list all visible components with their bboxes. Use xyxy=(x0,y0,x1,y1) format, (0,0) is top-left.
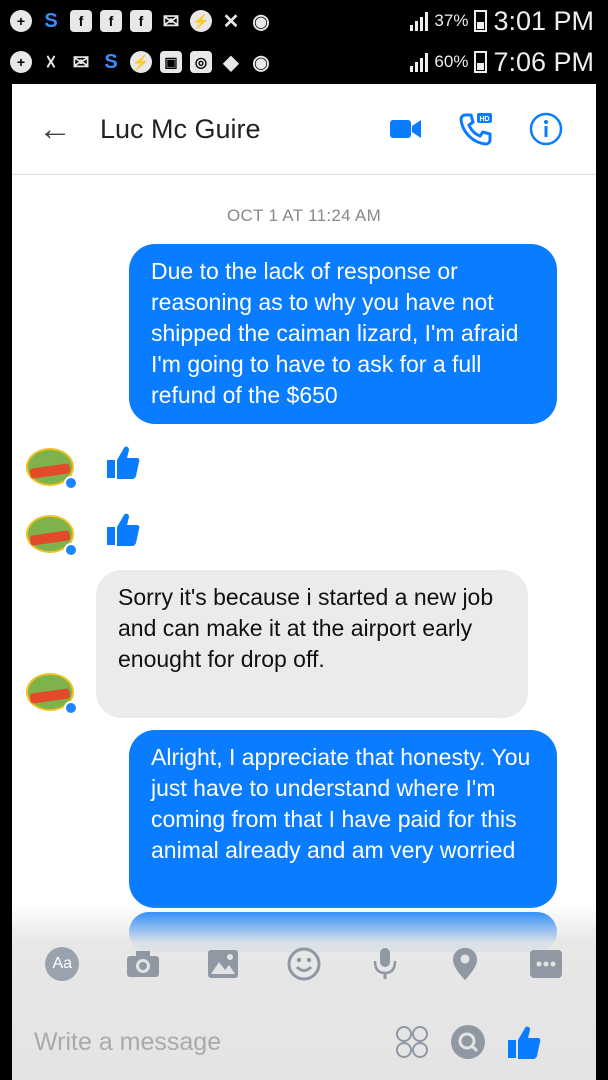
facebook-icon: f xyxy=(130,10,152,32)
skype-icon: S xyxy=(104,50,118,73)
microphone-icon[interactable] xyxy=(365,944,405,984)
notification-icons: + S f f f ✉ ⚡ ✕ ◉ xyxy=(0,9,410,33)
facebook-icon: f xyxy=(100,10,122,32)
contact-avatar[interactable] xyxy=(24,444,78,490)
wifi-icon: ◉ xyxy=(252,51,270,74)
instagram-icon: ◎ xyxy=(190,51,212,73)
location-icon[interactable] xyxy=(445,944,485,984)
add-icon: + xyxy=(10,51,32,73)
battery-icon xyxy=(474,10,488,32)
search-gif-icon[interactable] xyxy=(448,1022,488,1062)
gallery-icon[interactable] xyxy=(203,944,243,984)
notification-icons: + ☓ ✉ S ⚡ ▣ ◎ ◆ ◉ xyxy=(0,50,410,74)
signal-icon xyxy=(410,52,429,72)
text-format-label: Aa xyxy=(45,947,80,981)
thumbs-up-icon[interactable] xyxy=(106,511,140,547)
stickers-icon[interactable] xyxy=(392,1022,432,1062)
conversation-header: ← Luc Mc Guire HD xyxy=(12,84,596,175)
clock: 7:06 PM xyxy=(493,46,594,77)
thumbs-up-icon[interactable] xyxy=(106,444,140,480)
messenger-conversation: ← Luc Mc Guire HD OCT 1 AT 11:24 AM Due … xyxy=(12,84,596,1080)
battery-percent: 60% xyxy=(434,52,469,71)
text-format-button[interactable]: Aa xyxy=(42,944,82,984)
contact-name[interactable]: Luc Mc Guire xyxy=(100,114,386,145)
mail-icon: ✉ xyxy=(162,10,180,33)
messenger-badge-icon xyxy=(64,476,78,490)
svg-text:HD: HD xyxy=(479,116,489,123)
wifi-icon: ◉ xyxy=(252,10,270,33)
mail-icon: ✉ xyxy=(72,51,90,74)
clock: 3:01 PM xyxy=(493,5,594,36)
status-bar-second: + ☓ ✉ S ⚡ ▣ ◎ ◆ ◉ 60% 7:06 PM xyxy=(0,42,608,82)
info-icon[interactable] xyxy=(526,109,566,149)
message-composer xyxy=(12,1012,596,1072)
status-bar-top: + S f f f ✉ ⚡ ✕ ◉ 37% 3:01 PM xyxy=(0,0,608,42)
skype-icon: S xyxy=(44,9,58,32)
composer-toolbar: Aa xyxy=(12,932,596,996)
camera-icon[interactable] xyxy=(123,944,163,984)
battery-percent: 37% xyxy=(434,11,469,30)
gallery-icon: ▣ xyxy=(160,51,182,73)
emoji-icon[interactable] xyxy=(284,944,324,984)
messenger-icon: ⚡ xyxy=(190,10,212,32)
message-input[interactable] xyxy=(32,1026,376,1058)
battery-icon xyxy=(474,51,488,73)
hd-voice-call-icon[interactable]: HD xyxy=(456,109,496,149)
back-arrow-icon[interactable]: ← xyxy=(38,112,78,146)
shield-icon: ◆ xyxy=(223,51,239,74)
outgoing-message[interactable]: Alright, I appreciate that honesty. You … xyxy=(129,730,557,908)
facebook-icon: f xyxy=(70,10,92,32)
message-timestamp: OCT 1 AT 11:24 AM xyxy=(226,206,382,225)
messenger-badge-icon xyxy=(64,701,78,715)
mute-icon: ✕ xyxy=(222,10,240,33)
incoming-message[interactable]: Sorry it's because i started a new job a… xyxy=(96,570,528,718)
signal-icon xyxy=(410,11,429,31)
messenger-icon: ⚡ xyxy=(130,51,152,73)
outgoing-message[interactable]: Due to the lack of response or reasoning… xyxy=(129,244,557,424)
contact-avatar[interactable] xyxy=(24,669,78,715)
contact-avatar[interactable] xyxy=(24,511,78,557)
messenger-badge-icon xyxy=(64,543,78,557)
more-options-icon[interactable] xyxy=(526,944,566,984)
video-call-icon[interactable] xyxy=(386,109,426,149)
send-like-icon[interactable] xyxy=(504,1022,544,1062)
person-icon: ☓ xyxy=(45,51,57,74)
add-icon: + xyxy=(10,10,32,32)
